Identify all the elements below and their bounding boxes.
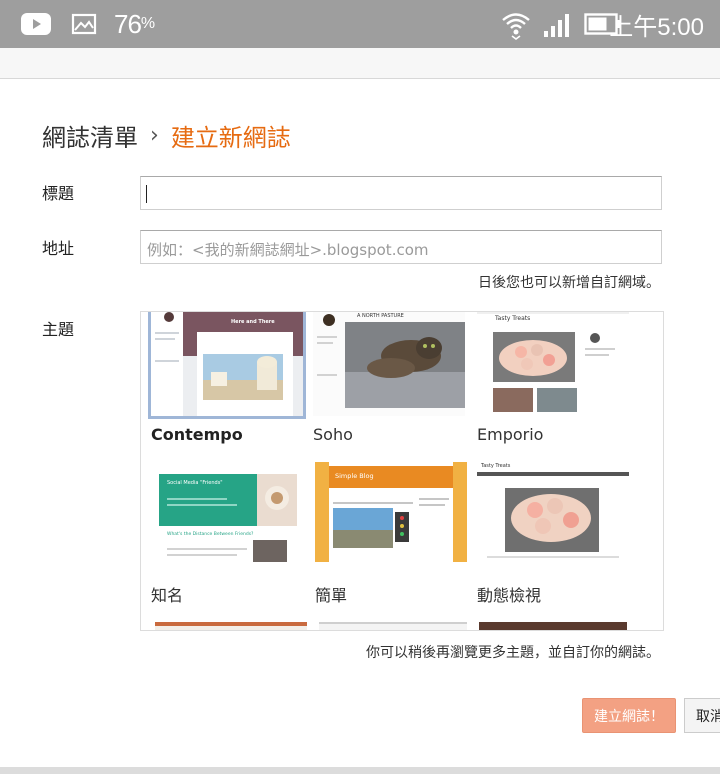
theme-tile-contempo[interactable]: Here and There Contempo: [151, 312, 303, 452]
address-input[interactable]: 例如：<我的新網誌網址>.blogspot.com: [140, 230, 662, 264]
address-placeholder: 例如：<我的新網誌網址>.blogspot.com: [147, 241, 429, 259]
battery-percent: 76%: [114, 8, 155, 39]
cancel-button[interactable]: 取消: [684, 698, 720, 733]
theme-thumbnail-emporio: Tasty Treats: [477, 312, 629, 416]
emporio-thumb-title: Tasty Treats: [495, 315, 531, 322]
title-label: 標題: [42, 184, 75, 203]
soho-thumb-header: A NORTH PASTURE: [357, 313, 404, 319]
theme-tile-partial-3[interactable]: [479, 622, 627, 630]
theme-hint: 你可以稍後再瀏覽更多主題，並自訂你的網誌。: [366, 645, 660, 661]
breadcrumb: 網誌清單 › 建立新網誌: [42, 118, 291, 153]
title-input[interactable]: [140, 176, 662, 210]
signal-icon: [543, 12, 573, 38]
theme-name-dynamic-views: 動態檢視: [477, 586, 542, 605]
theme-name-contempo: Contempo: [151, 425, 243, 444]
theme-thumbnail-soho: A NORTH PASTURE: [313, 312, 465, 416]
theme-gallery[interactable]: Here and There Contempo A NORTH PASTURE: [140, 311, 664, 631]
theme-thumbnail-dynamic-views: Tasty Treats: [477, 462, 629, 562]
theme-tile-soho[interactable]: A NORTH PASTURE Soho: [313, 312, 465, 452]
theme-name-simple: 簡單: [315, 586, 348, 605]
theme-label: 主題: [42, 320, 75, 339]
status-bar: 76% 上午5:00: [0, 0, 720, 48]
simple-thumb-title: Simple Blog: [335, 472, 374, 480]
text-caret: [146, 185, 147, 203]
wifi-icon: [500, 8, 532, 40]
address-label: 地址: [42, 239, 75, 258]
browser-toolbar: [0, 48, 720, 79]
theme-tile-dynamic-views[interactable]: Tasty Treats 動態檢視: [477, 462, 629, 612]
theme-tile-emporio[interactable]: Tasty Treats Emporio: [477, 312, 629, 452]
breadcrumb-separator: ›: [150, 123, 159, 148]
contempo-thumb-title: Here and There: [231, 319, 275, 325]
theme-tile-partial-1[interactable]: [155, 622, 307, 630]
theme-tile-notable[interactable]: Social Media "Friends" What's the Distan…: [151, 462, 303, 612]
notable-thumb-subtitle: What's the Distance Between Friends?: [167, 532, 254, 537]
clock: 上午5:00: [609, 13, 704, 41]
bottom-divider: [0, 767, 720, 774]
image-icon: [70, 12, 98, 36]
theme-name-emporio: Emporio: [477, 425, 544, 444]
theme-name-notable: 知名: [151, 586, 184, 605]
breadcrumb-blog-list[interactable]: 網誌清單: [42, 118, 138, 153]
theme-tile-partial-2[interactable]: [319, 622, 467, 630]
theme-thumbnail-simple: Simple Blog: [315, 462, 467, 562]
notable-thumb-title: Social Media "Friends": [167, 480, 223, 486]
theme-thumbnail-notable: Social Media "Friends" What's the Distan…: [151, 462, 303, 562]
theme-thumbnail-contempo: Here and There: [151, 312, 303, 416]
create-blog-button[interactable]: 建立網誌！: [582, 698, 676, 733]
theme-tile-simple[interactable]: Simple Blog 簡單: [315, 462, 467, 612]
dynamic-thumb-title: Tasty Treats: [481, 463, 511, 469]
youtube-icon: [20, 10, 52, 38]
page-title: 建立新網誌: [170, 124, 291, 152]
theme-name-soho: Soho: [313, 425, 353, 444]
custom-domain-hint: 日後您也可以新增自訂網域。: [478, 275, 660, 291]
